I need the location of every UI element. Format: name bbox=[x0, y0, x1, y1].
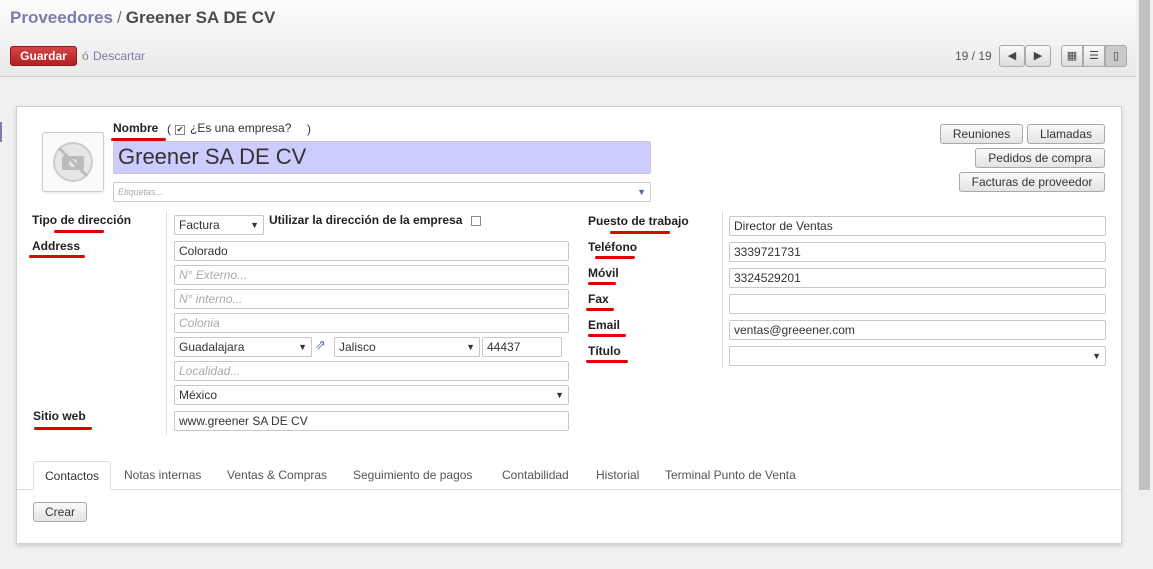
left-edge-marker bbox=[0, 122, 2, 142]
form-icon: ▯ bbox=[1112, 49, 1120, 62]
breadcrumb-current: Greener SA DE CV bbox=[125, 8, 276, 27]
title-label: Título bbox=[588, 344, 621, 358]
annotation-underline bbox=[54, 230, 104, 233]
use-company-address-checkbox[interactable] bbox=[471, 216, 481, 226]
name-label: Nombre bbox=[113, 121, 159, 135]
use-company-address-label: Utilizar la dirección de la empresa bbox=[269, 213, 463, 227]
tab-history[interactable]: Historial bbox=[585, 461, 650, 490]
fax-label: Fax bbox=[588, 292, 609, 306]
is-company-close-paren: ) bbox=[307, 122, 311, 136]
meetings-button[interactable]: Reuniones bbox=[940, 124, 1023, 144]
annotation-underline bbox=[595, 256, 635, 259]
save-button[interactable]: Guardar bbox=[10, 46, 77, 66]
dropdown-arrow-icon: ▼ bbox=[250, 220, 259, 230]
country-select[interactable]: México ▼ bbox=[174, 385, 569, 405]
address-label: Address bbox=[32, 239, 81, 253]
ext-number-field[interactable]: N° Externo... bbox=[174, 265, 569, 285]
control-panel: Proveedores / Greener SA DE CV Guardar ó D… bbox=[0, 0, 1136, 77]
discard-link[interactable]: Descartar bbox=[93, 49, 145, 63]
email-label: Email bbox=[588, 318, 621, 332]
breadcrumb-separator: / bbox=[117, 8, 122, 27]
arrow-left-icon: ◀ bbox=[1007, 49, 1017, 62]
website-label: Sitio web bbox=[33, 409, 86, 423]
dropdown-arrow-icon: ▼ bbox=[298, 342, 307, 352]
dropdown-arrow-icon: ▼ bbox=[1092, 351, 1101, 361]
street-field[interactable]: Colorado bbox=[174, 241, 569, 261]
camera-placeholder-icon bbox=[53, 142, 93, 182]
address-type-select[interactable]: Factura ▼ bbox=[174, 215, 264, 235]
city-value: Guadalajara bbox=[179, 340, 245, 354]
tags-field[interactable]: Etiquetas... ▼ bbox=[113, 182, 651, 202]
locality-field[interactable]: Localidad... bbox=[174, 361, 569, 381]
breadcrumb: Proveedores / Greener SA DE CV bbox=[10, 8, 275, 28]
form-view-button[interactable]: ▯ bbox=[1105, 45, 1127, 67]
external-link-icon[interactable]: ⇗ bbox=[315, 338, 326, 353]
website-field[interactable]: www.greener SA DE CV bbox=[174, 411, 569, 431]
tab-pos-terminal[interactable]: Terminal Punto de Venta bbox=[654, 461, 807, 490]
phone-field[interactable]: 3339721731 bbox=[729, 242, 1106, 262]
divider bbox=[166, 211, 167, 435]
city-select[interactable]: Guadalajara ▼ bbox=[174, 337, 312, 357]
zip-field[interactable]: 44437 bbox=[482, 337, 562, 357]
tab-sales-purchases[interactable]: Ventas & Compras bbox=[216, 461, 338, 490]
annotation-underline bbox=[34, 427, 92, 430]
state-select[interactable]: Jalisco ▼ bbox=[334, 337, 480, 357]
int-number-field[interactable]: N° interno... bbox=[174, 289, 569, 309]
tab-contacts[interactable]: Contactos bbox=[33, 461, 112, 490]
annotation-underline bbox=[29, 255, 85, 258]
annotation-underline bbox=[610, 231, 670, 234]
dropdown-arrow-icon: ▼ bbox=[466, 342, 475, 352]
pager-value: 19 / 19 bbox=[955, 49, 992, 63]
partner-image[interactable] bbox=[42, 132, 104, 192]
grid-icon: ▦ bbox=[1066, 49, 1078, 62]
tab-internal-notes[interactable]: Notas internas bbox=[113, 461, 212, 490]
address-type-label: Tipo de dirección bbox=[32, 213, 132, 227]
state-value: Jalisco bbox=[339, 340, 376, 354]
country-value: México bbox=[179, 388, 218, 402]
job-field[interactable]: Director de Ventas bbox=[729, 216, 1106, 236]
breadcrumb-parent-link[interactable]: Proveedores bbox=[10, 8, 113, 27]
form-sheet: Nombre ( ✔ ¿Es una empresa? ) Greener SA… bbox=[16, 106, 1122, 544]
pager-next-button[interactable]: ▶ bbox=[1025, 45, 1051, 67]
colony-field[interactable]: Colonia bbox=[174, 313, 569, 333]
checkmark-icon: ✔ bbox=[176, 125, 184, 134]
arrow-right-icon: ▶ bbox=[1033, 49, 1043, 62]
job-label: Puesto de trabajo bbox=[588, 214, 689, 228]
annotation-underline bbox=[586, 308, 614, 311]
dropdown-arrow-icon: ▼ bbox=[637, 187, 646, 197]
is-company-label: ¿Es una empresa? bbox=[190, 121, 292, 135]
address-type-value: Factura bbox=[179, 218, 220, 232]
title-select[interactable]: ▼ bbox=[729, 346, 1106, 366]
is-company-checkbox[interactable]: ✔ bbox=[175, 125, 185, 135]
supplier-invoices-button[interactable]: Facturas de proveedor bbox=[959, 172, 1105, 192]
tab-payment-follow-up[interactable]: Seguimiento de pagos bbox=[342, 461, 483, 490]
pager-previous-button[interactable]: ◀ bbox=[999, 45, 1025, 67]
is-company-open-paren: ( bbox=[167, 122, 171, 136]
purchase-orders-button[interactable]: Pedidos de compra bbox=[975, 148, 1105, 168]
tab-accounting[interactable]: Contabilidad bbox=[491, 461, 580, 490]
dropdown-arrow-icon: ▼ bbox=[555, 390, 564, 400]
mobile-label: Móvil bbox=[588, 266, 619, 280]
divider bbox=[722, 211, 723, 369]
or-text: ó bbox=[82, 49, 89, 63]
annotation-underline bbox=[588, 282, 616, 285]
create-contact-button[interactable]: Crear bbox=[33, 502, 87, 522]
phone-label: Teléfono bbox=[588, 240, 638, 254]
list-icon: ☰ bbox=[1089, 49, 1099, 62]
list-view-button[interactable]: ☰ bbox=[1083, 45, 1105, 67]
name-field[interactable]: Greener SA DE CV bbox=[113, 141, 651, 174]
email-field[interactable]: ventas@greeener.com bbox=[729, 320, 1106, 340]
annotation-underline bbox=[588, 334, 626, 337]
mobile-field[interactable]: 3324529201 bbox=[729, 268, 1106, 288]
scrollbar-thumb[interactable] bbox=[1139, 0, 1150, 490]
calls-button[interactable]: Llamadas bbox=[1027, 124, 1105, 144]
tags-placeholder: Etiquetas... bbox=[118, 187, 164, 197]
fax-field[interactable] bbox=[729, 294, 1106, 314]
kanban-view-button[interactable]: ▦ bbox=[1061, 45, 1083, 67]
annotation-underline bbox=[586, 360, 628, 363]
